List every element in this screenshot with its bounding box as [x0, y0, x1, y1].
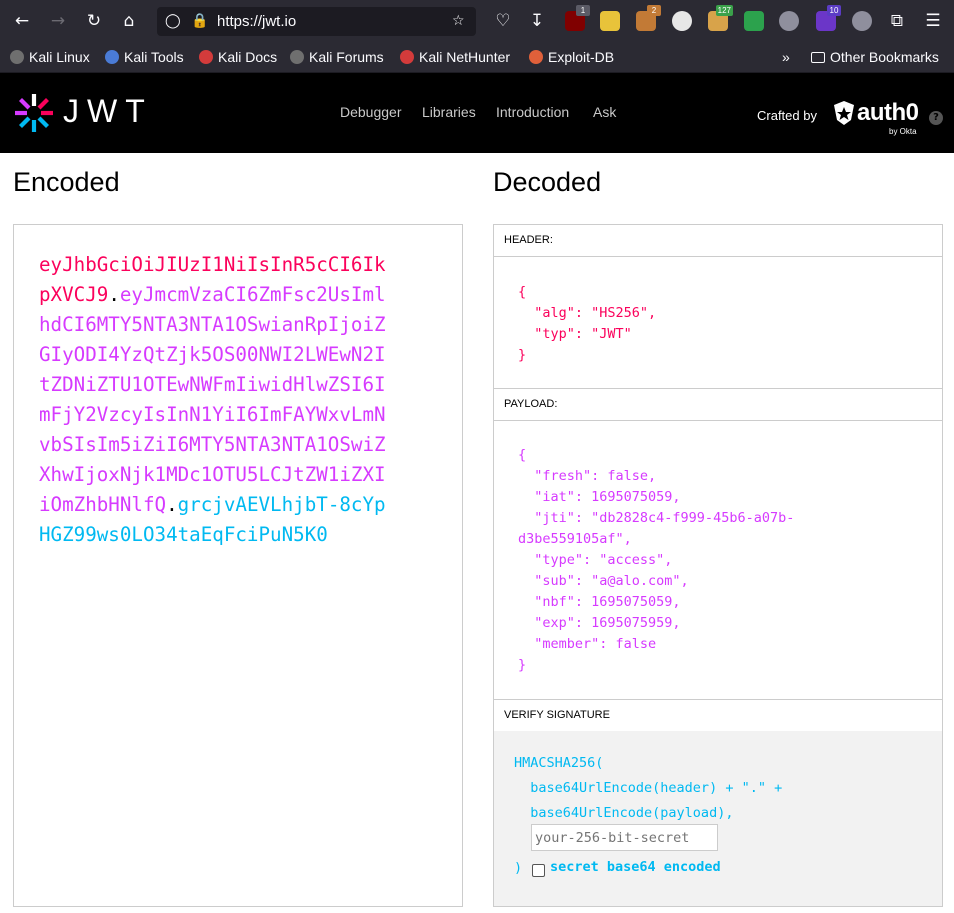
- help-icon[interactable]: ?: [929, 111, 943, 125]
- verify-signature-body: HMACSHA256( base64UrlEncode(header) + ".…: [494, 731, 942, 906]
- cube-icon[interactable]: 10: [816, 5, 841, 31]
- close-paren: ): [514, 860, 523, 876]
- bookmark-label: Kali NetHunter: [419, 49, 511, 65]
- bookmark-favicon-icon: [400, 50, 414, 64]
- site-header: JWT Debugger Libraries Introduction Ask …: [0, 73, 954, 153]
- cookie-icon[interactable]: 127: [708, 5, 733, 31]
- url-text[interactable]: https://jwt.io: [217, 7, 296, 36]
- pocket-icon[interactable]: ♡: [490, 8, 516, 34]
- token-payload-part: eyJmcmVzaCI6ZmFsc2UsImlhdCI6MTY5NTA3NTA1…: [39, 283, 386, 516]
- nav-debugger[interactable]: Debugger: [340, 104, 402, 120]
- bookmark-kali-tools[interactable]: Kali Tools: [105, 42, 184, 73]
- puzzle-figure-icon[interactable]: [852, 11, 872, 31]
- fox-icon[interactable]: 2: [636, 5, 661, 31]
- bookmark-favicon-icon: [290, 50, 304, 64]
- logo-text[interactable]: JWT: [63, 93, 153, 130]
- token-dot: .: [166, 493, 178, 516]
- payload-section-label: PAYLOAD:: [494, 389, 942, 421]
- bookmark-label: Kali Tools: [124, 49, 184, 65]
- hmac-code: HMACSHA256( base64UrlEncode(header) + ".…: [514, 755, 783, 821]
- extension-badge: 10: [827, 5, 841, 16]
- extension-badge: 2: [647, 5, 661, 16]
- verify-section-label: VERIFY SIGNATURE: [494, 700, 942, 732]
- forward-icon[interactable]: →: [45, 8, 71, 34]
- star-icon[interactable]: ☆: [452, 7, 465, 36]
- header-section-label: HEADER:: [494, 225, 942, 257]
- folder-icon: [811, 52, 825, 63]
- encoded-title: Encoded: [13, 167, 120, 197]
- shield-icon[interactable]: ◯: [165, 7, 181, 36]
- ublock-icon[interactable]: 1: [565, 5, 590, 31]
- decoded-panel: HEADER: { "alg": "HS256", "typ": "JWT" }…: [493, 224, 943, 907]
- bookmark-favicon-icon: [10, 50, 24, 64]
- c-circle-icon[interactable]: [672, 11, 692, 31]
- encoded-token[interactable]: eyJhbGciOiJIUzI1NiIsInR5cCI6IkpXVCJ9.eyJ…: [39, 250, 389, 550]
- extensions-icon[interactable]: ⧉: [884, 8, 910, 34]
- auth0-wordmark: auth0: [857, 99, 919, 126]
- other-bookmarks-label: Other Bookmarks: [830, 49, 939, 65]
- bookmark-favicon-icon: [529, 50, 543, 64]
- ghost-icon[interactable]: [600, 11, 620, 31]
- bookmark-kali-linux[interactable]: Kali Linux: [10, 42, 90, 73]
- url-bar[interactable]: ◯ 🔒 https://jwt.io ☆: [157, 7, 476, 36]
- payload-json-editor[interactable]: { "fresh": false, "iat": 1695075059, "jt…: [518, 445, 794, 676]
- secret-base64-label[interactable]: secret base64 encoded: [550, 859, 721, 875]
- header-json-editor[interactable]: { "alg": "HS256", "typ": "JWT" }: [518, 282, 656, 366]
- crafted-by-label: Crafted by: [757, 108, 817, 123]
- w-shield-icon[interactable]: [744, 11, 764, 31]
- nav-introduction[interactable]: Introduction: [496, 104, 569, 120]
- other-bookmarks[interactable]: Other Bookmarks: [811, 42, 939, 73]
- bookmark-exploit-db[interactable]: Exploit-DB: [529, 42, 614, 73]
- jwt-logo-icon[interactable]: [13, 92, 55, 138]
- menu-icon[interactable]: ☰: [920, 8, 946, 34]
- reload-icon[interactable]: ↻: [81, 8, 107, 34]
- downloads-icon[interactable]: ↧: [524, 8, 550, 34]
- extension-badge: 1: [576, 5, 590, 16]
- extension-badge: 127: [715, 5, 733, 16]
- bookmark-kali-docs[interactable]: Kali Docs: [199, 42, 277, 73]
- bookmark-kali-nethunter[interactable]: Kali NetHunter: [400, 42, 510, 73]
- bookmark-label: Kali Docs: [218, 49, 278, 65]
- bookmark-favicon-icon: [199, 50, 213, 64]
- secret-input[interactable]: [531, 824, 718, 851]
- bookmark-kali-forums[interactable]: Kali Forums: [290, 42, 384, 73]
- secret-base64-checkbox[interactable]: [532, 864, 545, 877]
- auth0-shield-icon: [834, 101, 854, 125]
- bookmark-favicon-icon: [105, 50, 119, 64]
- browser-toolbar: ← → ↻ ⌂ ◯ 🔒 https://jwt.io ☆ ♡ ↧ 1 2 127 10…: [0, 0, 954, 42]
- home-icon[interactable]: ⌂: [116, 8, 142, 34]
- bookmark-label: Kali Forums: [309, 49, 384, 65]
- chevron-double-icon[interactable]: »: [782, 42, 790, 73]
- back-icon[interactable]: ←: [9, 8, 35, 34]
- encoded-panel[interactable]: eyJhbGciOiJIUzI1NiIsInR5cCI6IkpXVCJ9.eyJ…: [13, 224, 463, 907]
- speaker-icon[interactable]: [779, 11, 799, 31]
- nav-libraries[interactable]: Libraries: [422, 104, 476, 120]
- nav-ask[interactable]: Ask: [593, 104, 616, 120]
- by-okta-label: by Okta: [889, 127, 917, 136]
- token-dot: .: [108, 283, 120, 306]
- bookmarks-bar: Kali Linux Kali Tools Kali Docs Kali Forums…: [0, 42, 954, 73]
- decoded-title: Decoded: [493, 167, 602, 197]
- bookmark-label: Exploit-DB: [548, 49, 615, 65]
- bookmark-label: Kali Linux: [29, 49, 90, 65]
- lock-icon[interactable]: 🔒: [191, 7, 208, 36]
